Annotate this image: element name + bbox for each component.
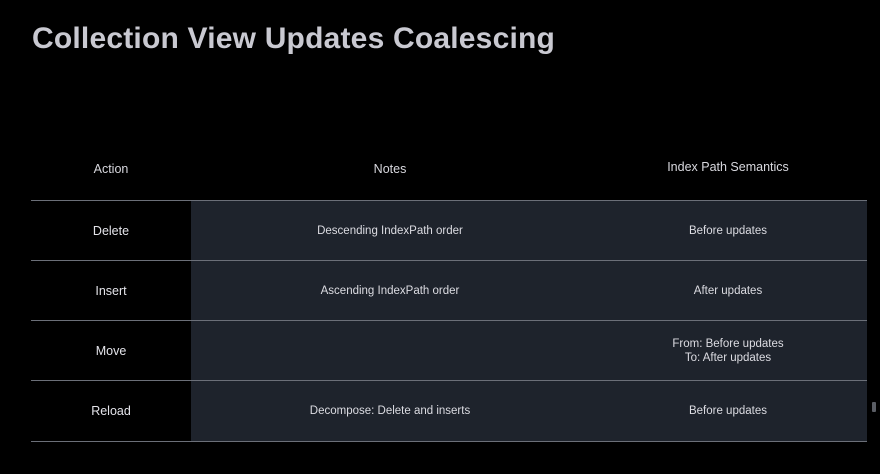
cell-semantics: Before updates [589,381,867,441]
header-action: Action [93,162,129,176]
semantics-line: To: After updates [684,351,772,364]
table-row-reload: Reload Decompose: Delete and inserts Bef… [31,380,867,442]
cell-semantics: Before updates [589,201,867,260]
cell-action: Insert [95,283,127,298]
table-row-move: Move From: Before updates To: After upda… [31,320,867,380]
semantics-line: After updates [693,284,763,297]
coalescing-table: Action Notes Index Path Semantics Delete… [31,140,867,442]
cell-notes: Decompose: Delete and inserts [309,405,471,417]
edge-artifact [872,402,876,412]
slide-title: Collection View Updates Coalescing [32,22,556,55]
cell-action: Delete [92,223,130,238]
table-row-insert: Insert Ascending IndexPath order After u… [31,260,867,320]
cell-notes: Descending IndexPath order [317,224,463,237]
semantics-line: Before updates [688,405,767,417]
table-row-delete: Delete Descending IndexPath order Before… [31,200,867,260]
cell-semantics: After updates [589,261,867,320]
semantics-line: From: Before updates [672,337,784,350]
cell-notes [191,321,589,380]
cell-notes: Ascending IndexPath order [320,284,460,297]
cell-semantics: From: Before updates To: After updates [589,321,867,380]
table-header-row: Action Notes Index Path Semantics [31,140,867,200]
header-notes: Notes [373,162,407,176]
semantics-line: Before updates [688,224,767,237]
cell-action: Reload [91,404,131,418]
cell-action: Move [95,343,127,358]
header-index-path-semantics: Index Path Semantics [667,160,789,174]
